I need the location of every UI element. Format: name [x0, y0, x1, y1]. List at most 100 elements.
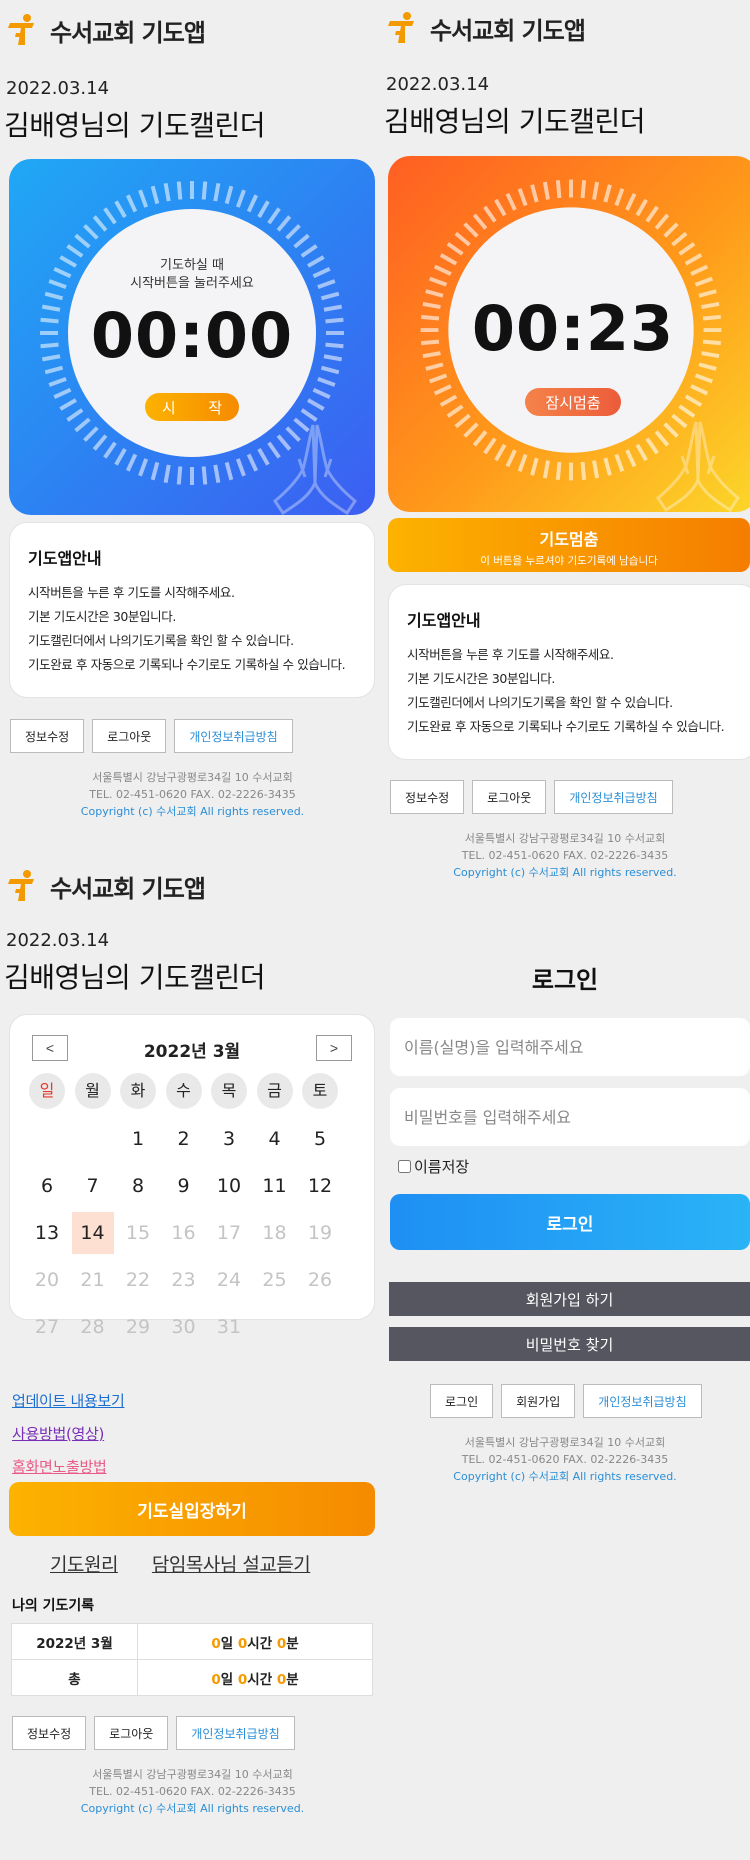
calendar-day[interactable]: 15 [117, 1212, 159, 1254]
ring-tick [66, 408, 84, 422]
church-logo-icon [6, 13, 40, 47]
calendar-day-today[interactable]: 14 [71, 1212, 114, 1254]
calendar-day[interactable]: 1 [117, 1118, 159, 1160]
remember-name-checkbox[interactable] [398, 1160, 411, 1173]
ring-tick [285, 224, 301, 240]
current-date: 2022.03.14 [386, 74, 490, 95]
footer-address: 서울특별시 강남구광평로34길 10 수서교회 [92, 1768, 293, 1781]
signup-button[interactable]: 회원가입 하기 [389, 1282, 750, 1316]
calendar-day[interactable]: 30 [163, 1306, 205, 1348]
hour-unit: 시간 [247, 1671, 277, 1688]
calendar-day[interactable]: 20 [26, 1259, 68, 1301]
calendar-day[interactable]: 25 [254, 1259, 296, 1301]
calendar-day[interactable]: 5 [299, 1118, 341, 1160]
update-notes-link[interactable]: 업데이트 내용보기 [12, 1390, 125, 1411]
calendar-day[interactable]: 19 [299, 1212, 341, 1254]
login-button[interactable]: 로그인 [390, 1194, 750, 1250]
minute-unit: 분 [286, 1635, 299, 1652]
calendar-day[interactable]: 7 [72, 1165, 114, 1207]
remember-name[interactable]: 이름저장 [398, 1156, 469, 1177]
privacy-policy-button[interactable]: 개인정보취급방침 [176, 1716, 295, 1750]
start-button[interactable]: 시 작 [145, 393, 239, 421]
find-password-button[interactable]: 비밀번호 찾기 [389, 1327, 750, 1361]
bottom-login-button[interactable]: 로그인 [430, 1384, 494, 1418]
calendar-day[interactable]: 24 [208, 1259, 250, 1301]
ring-tick [103, 441, 117, 459]
days-value: 0 [211, 1671, 221, 1688]
calendar-day[interactable]: 22 [117, 1259, 159, 1301]
calendar-day[interactable]: 12 [299, 1165, 341, 1207]
ring-tick [517, 453, 528, 473]
calendar-day[interactable]: 27 [26, 1306, 68, 1348]
hour-unit: 시간 [247, 1635, 277, 1652]
ring-tick [213, 182, 221, 202]
ring-tick [592, 460, 600, 479]
day-unit: 일 [220, 1671, 238, 1688]
calendar-day[interactable]: 26 [299, 1259, 341, 1301]
homescreen-guide-link[interactable]: 홈화면노출방법 [12, 1456, 124, 1477]
bottom-signup-button[interactable]: 회원가입 [501, 1384, 576, 1418]
calendar-day[interactable]: 23 [163, 1259, 205, 1301]
calendar-day[interactable]: 16 [163, 1212, 205, 1254]
ring-tick [125, 453, 138, 472]
ring-tick [690, 384, 709, 396]
ring-tick [614, 453, 625, 473]
enter-prayer-room-button[interactable]: 기도실입장하기 [9, 1482, 375, 1536]
footer-copyright: Copyright (c) 수서교회 All rights reserved. [80, 1802, 305, 1815]
calendar-day[interactable]: 31 [208, 1306, 250, 1348]
name-input[interactable] [390, 1018, 750, 1076]
logout-button[interactable]: 로그아웃 [94, 1716, 169, 1750]
ring-tick [684, 253, 703, 266]
calendar-day[interactable]: 11 [254, 1165, 296, 1207]
next-month-button[interactable]: > [316, 1035, 352, 1061]
privacy-policy-button[interactable]: 개인정보취급방침 [583, 1384, 702, 1418]
calendar-day[interactable]: 2 [163, 1118, 205, 1160]
ring-tick [530, 184, 539, 203]
calendar-day[interactable]: 17 [208, 1212, 250, 1254]
ring-tick [246, 194, 259, 213]
password-input[interactable] [390, 1088, 750, 1146]
ring-tick [678, 404, 696, 418]
calendar-day[interactable]: 18 [254, 1212, 296, 1254]
calendar-screen: 수서교회 기도앱 2022.03.14 김배영님의 기도캘린더 < 2022년 … [0, 860, 385, 1860]
ring-tick [555, 461, 562, 481]
logout-button[interactable]: 로그아웃 [92, 719, 167, 753]
edit-info-button[interactable]: 정보수정 [10, 719, 85, 753]
ring-tick [439, 394, 458, 407]
ring-tick [276, 215, 292, 232]
calendar-day[interactable]: 8 [117, 1165, 159, 1207]
calendar-day[interactable]: 3 [208, 1118, 250, 1160]
ring-tick [446, 242, 464, 256]
pause-button[interactable]: 잠시멈춤 [525, 388, 621, 416]
usage-video-link[interactable]: 사용방법(영상) [12, 1423, 124, 1444]
ring-tick [433, 384, 452, 396]
hours-value: 0 [237, 1635, 248, 1652]
ring-tick [125, 194, 138, 213]
privacy-policy-button[interactable]: 개인정보취급방침 [174, 719, 293, 753]
stop-prayer-button[interactable]: 기도멈춤 이 버튼을 누르셔야 기도기록에 남습니다 [388, 518, 750, 572]
privacy-policy-button[interactable]: 개인정보취급방침 [554, 780, 673, 814]
edit-info-button[interactable]: 정보수정 [390, 780, 465, 814]
calendar-day[interactable]: 10 [208, 1165, 250, 1207]
weekday-label: 금 [256, 1073, 293, 1109]
weekday-label: 토 [302, 1073, 338, 1109]
weekday-label: 화 [120, 1073, 156, 1109]
calendar-day[interactable]: 13 [26, 1212, 68, 1254]
prayer-principle-link[interactable]: 기도원리 [50, 1550, 118, 1577]
guide-line: 기도캘린더에서 나의기도기록을 확인 할 수 있습니다. [28, 633, 294, 648]
calendar-day[interactable]: 4 [254, 1118, 296, 1160]
calendar-day[interactable]: 9 [163, 1165, 205, 1207]
calendar-day[interactable]: 21 [72, 1259, 114, 1301]
footer: 서울특별시 강남구광평로34길 10 수서교회 TEL. 02-451-0620… [0, 769, 385, 820]
sermon-link[interactable]: 담임목사님 설교듣기 [152, 1550, 311, 1577]
brand-header: 수서교회 기도앱 [6, 10, 206, 50]
ring-tick [592, 181, 600, 200]
ring-tick [645, 205, 659, 223]
logout-button[interactable]: 로그아웃 [472, 780, 547, 814]
ring-tick [429, 276, 448, 287]
edit-info-button[interactable]: 정보수정 [12, 1716, 87, 1750]
ring-tick [150, 185, 160, 205]
calendar-day[interactable]: 28 [72, 1306, 114, 1348]
calendar-day[interactable]: 6 [26, 1165, 68, 1207]
calendar-day[interactable]: 29 [117, 1306, 159, 1348]
